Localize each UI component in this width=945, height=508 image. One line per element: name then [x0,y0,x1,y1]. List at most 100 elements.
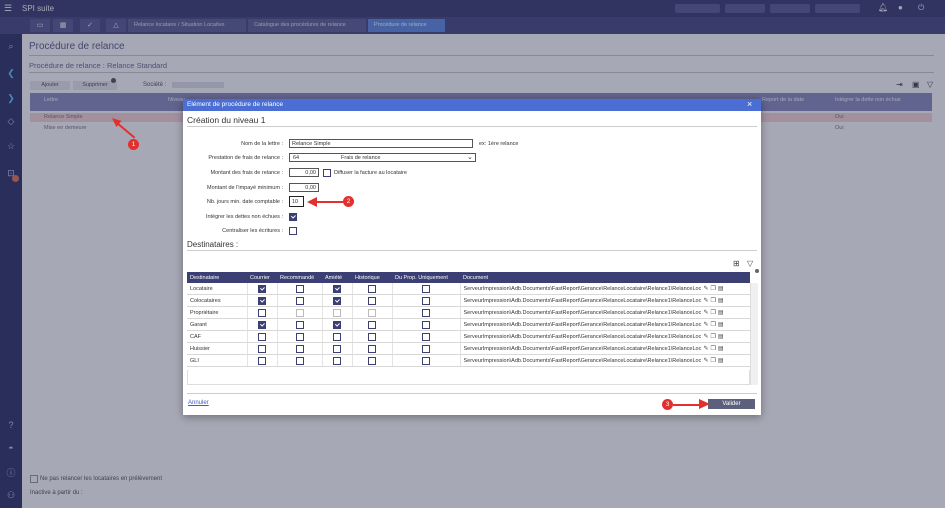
montant-impaye-label: Montant de l'impayé minimum : [207,185,283,191]
table-row[interactable]: Garant ServeurImpression\Adb.Documents\Fa… [187,318,751,331]
recommande-checkbox[interactable] [295,356,304,365]
copy-icon[interactable]: ❐ [711,310,716,316]
copy-icon[interactable]: ❐ [711,298,716,304]
prestation-select[interactable] [289,153,476,162]
edit-icon[interactable]: ✎ [704,298,709,304]
historique-checkbox[interactable] [368,320,376,329]
recommande-checkbox[interactable] [295,296,304,305]
copy-icon[interactable]: ❐ [711,358,716,364]
montant-frais-input[interactable]: 0,00 [289,168,319,177]
historique-checkbox[interactable] [368,284,376,293]
copy-icon[interactable]: ❐ [711,346,716,352]
prop-checkbox[interactable] [422,320,430,329]
copy-icon[interactable]: ❐ [711,322,716,328]
paste-icon[interactable]: ▤ [718,346,724,352]
courrier-checkbox[interactable] [258,356,266,365]
paste-icon[interactable]: ▤ [718,298,724,304]
prop-checkbox[interactable] [422,308,430,317]
chevron-down-icon[interactable]: ⌄ [467,153,473,161]
recommande-checkbox[interactable] [295,308,304,317]
copy-icon[interactable]: ❐ [711,334,716,340]
cell-courrier [247,354,278,367]
table-row[interactable]: GLI ServeurImpression\Adb.Documents\FastR… [187,354,751,367]
centraliser-checkbox[interactable] [289,227,297,235]
integrer-label: Intégrer les dettes non échues : [205,214,283,220]
edit-icon[interactable]: ✎ [704,286,709,292]
prop-checkbox[interactable] [422,296,430,305]
table-empty-area [187,370,750,385]
paste-icon[interactable]: ▤ [718,322,724,328]
cell-recommande [277,330,323,343]
add-row-icon[interactable]: ⊞ [733,259,740,268]
destinataire-name: CAF [187,330,248,343]
edit-icon[interactable]: ✎ [704,310,709,316]
historique-checkbox[interactable] [368,344,376,353]
prop-checkbox[interactable] [422,332,430,341]
paste-icon[interactable]: ▤ [718,286,724,292]
courrier-checkbox[interactable] [258,284,266,293]
table-row[interactable]: Propriétaire ServeurImpression\Adb.Docume… [187,306,751,319]
nom-hint: ex: 1ère relance [479,141,519,147]
table-row[interactable]: Huissier ServeurImpression\Adb.Documents\… [187,342,751,355]
historique-checkbox[interactable] [368,296,376,305]
amiete-checkbox[interactable] [333,284,341,293]
courrier-checkbox[interactable] [258,308,266,317]
amiete-checkbox[interactable] [333,332,341,341]
col-destinataire[interactable]: Destinataire [187,272,247,283]
edit-icon[interactable]: ✎ [704,346,709,352]
destinataire-name: Colocataires [187,294,248,307]
edit-icon[interactable]: ✎ [704,322,709,328]
historique-checkbox[interactable] [368,356,376,365]
courrier-checkbox[interactable] [258,344,266,353]
destinataire-name: Garant [187,318,248,331]
close-icon[interactable]: × [747,99,752,109]
copy-icon[interactable]: ❐ [711,286,716,292]
diffuser-checkbox[interactable] [323,169,331,177]
edit-icon[interactable]: ✎ [704,358,709,364]
cell-recommande [277,283,323,295]
validate-button[interactable]: Valider [708,399,755,409]
amiete-checkbox[interactable] [333,296,341,305]
destinataire-name: Propriétaire [187,306,248,319]
recommande-checkbox[interactable] [295,344,304,353]
integrer-checkbox[interactable] [289,213,297,221]
amiete-checkbox[interactable] [333,320,341,329]
nom-input[interactable]: Relance Simple [289,139,473,148]
edit-icon[interactable]: ✎ [704,334,709,340]
recommande-checkbox[interactable] [295,320,304,329]
prestation-label: Prestation de frais de relance : [208,155,283,161]
col-amiete[interactable]: Amiété [322,272,352,283]
courrier-checkbox[interactable] [258,296,266,305]
table-scrollbar[interactable] [750,283,758,385]
table-row[interactable]: CAF ServeurImpression\Adb.Documents\FastR… [187,330,751,343]
courrier-checkbox[interactable] [258,320,266,329]
table-row[interactable]: Colocataires ServeurImpression\Adb.Docume… [187,294,751,307]
recommande-checkbox[interactable] [295,332,304,341]
col-prop-uniquement[interactable]: Du Prop. Uniquement [392,272,460,283]
historique-checkbox[interactable] [368,308,376,317]
table-row[interactable]: Locataire ServeurImpression\Adb.Documents… [187,283,751,295]
montant-impaye-input[interactable]: 0,00 [289,183,319,192]
cell-historique [352,342,393,355]
nb-jours-input[interactable]: 10 [289,196,304,207]
prop-checkbox[interactable] [422,356,430,365]
courrier-checkbox[interactable] [258,332,266,341]
cancel-link[interactable]: Annuler [188,400,209,406]
centraliser-label: Centraliser les écritures : [222,228,283,234]
recommande-checkbox[interactable] [295,284,304,293]
col-historique[interactable]: Historique [352,272,392,283]
paste-icon[interactable]: ▤ [718,358,724,364]
col-document[interactable]: Document [460,272,750,283]
paste-icon[interactable]: ▤ [718,334,724,340]
amiete-checkbox[interactable] [333,356,341,365]
amiete-checkbox[interactable] [333,344,341,353]
paste-icon[interactable]: ▤ [718,310,724,316]
amiete-checkbox[interactable] [333,308,341,317]
cell-amiete [322,306,353,319]
historique-checkbox[interactable] [368,332,376,341]
col-courrier[interactable]: Courrier [247,272,277,283]
col-recommande[interactable]: Recommandé [277,272,322,283]
prop-checkbox[interactable] [422,344,430,353]
filter-icon[interactable]: ▽ [747,259,753,268]
prop-checkbox[interactable] [422,284,430,293]
